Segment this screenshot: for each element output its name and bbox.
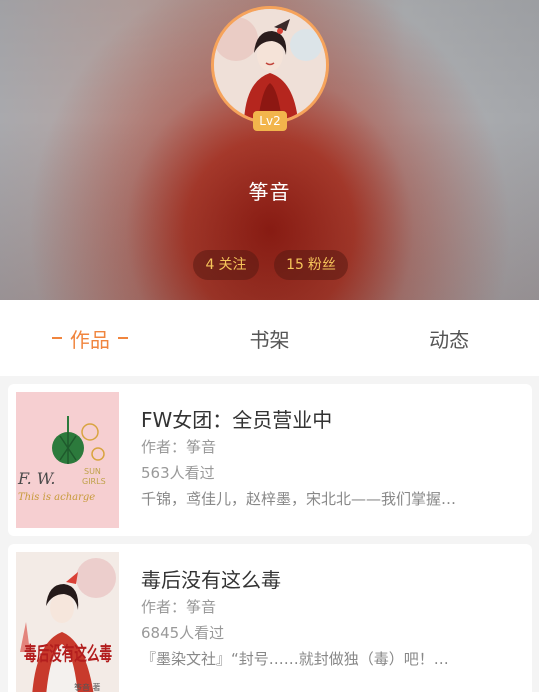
username: 筝音 <box>248 180 291 204</box>
tab-bookshelf[interactable]: 书架 <box>180 300 360 376</box>
profile-header: Lv2 筝音 4 关注 15 粉丝 <box>0 0 539 300</box>
cover-subtext: This is acharge <box>18 492 95 503</box>
tab-activity-label: 动态 <box>429 327 470 352</box>
tab-bookshelf-label: 书架 <box>249 327 290 352</box>
book-cover-art: 毒后没有这么毒 筝音 著 <box>16 552 119 692</box>
book-author: 作者：筝音 <box>141 438 217 456</box>
fans-count-button[interactable]: 15 粉丝 <box>274 250 348 280</box>
level-badge: Lv2 <box>253 111 287 131</box>
book-card[interactable]: F. W. SUN GIRLS This is acharge FW女团：全员营… <box>8 384 532 536</box>
fans-label: 粉丝 <box>307 257 336 273</box>
tab-activity[interactable]: 动态 <box>359 300 539 376</box>
follow-count: 4 <box>205 257 215 273</box>
cover-title-line: 毒后没有这么毒 <box>24 642 112 665</box>
follow-count-button[interactable]: 4 关注 <box>193 250 259 280</box>
cover-fw-text: F. W. <box>17 469 56 488</box>
book-views: 6845人看过 <box>141 624 225 642</box>
book-card[interactable]: 毒后没有这么毒 筝音 著 毒后没有这么毒 作者：筝音 6845人看过 『墨染文社… <box>8 544 532 692</box>
cover-author: 筝音 著 <box>74 682 101 692</box>
cover-sun-text: SUN <box>84 467 101 476</box>
avatar-illustration <box>214 9 326 121</box>
follow-label: 关注 <box>218 257 247 273</box>
book-description: 千锦，鸢佳儿，赵梓墨，宋北北——我们掌握… <box>141 490 457 508</box>
cover-girls-text: GIRLS <box>82 477 106 486</box>
book-views: 563人看过 <box>141 464 215 482</box>
book-author: 作者：筝音 <box>141 598 217 616</box>
tab-active-dash-left <box>51 337 62 339</box>
book-cover-art: F. W. SUN GIRLS This is acharge <box>16 392 119 528</box>
book-title: FW女团：全员营业中 <box>141 408 333 432</box>
book-cover: 毒后没有这么毒 筝音 著 <box>16 552 119 692</box>
book-cover: F. W. SUN GIRLS This is acharge <box>16 392 119 528</box>
profile-tabs: 作品 书架 动态 <box>0 300 539 376</box>
tab-works-label: 作品 <box>69 327 110 352</box>
avatar[interactable] <box>211 6 329 124</box>
tab-works[interactable]: 作品 <box>0 300 180 376</box>
book-description: 『墨染文社』“封号……就封做独（毒）吧！… <box>141 650 449 668</box>
fans-count: 15 <box>286 257 304 273</box>
book-title: 毒后没有这么毒 <box>141 568 281 592</box>
tab-active-dash-right <box>117 337 128 339</box>
